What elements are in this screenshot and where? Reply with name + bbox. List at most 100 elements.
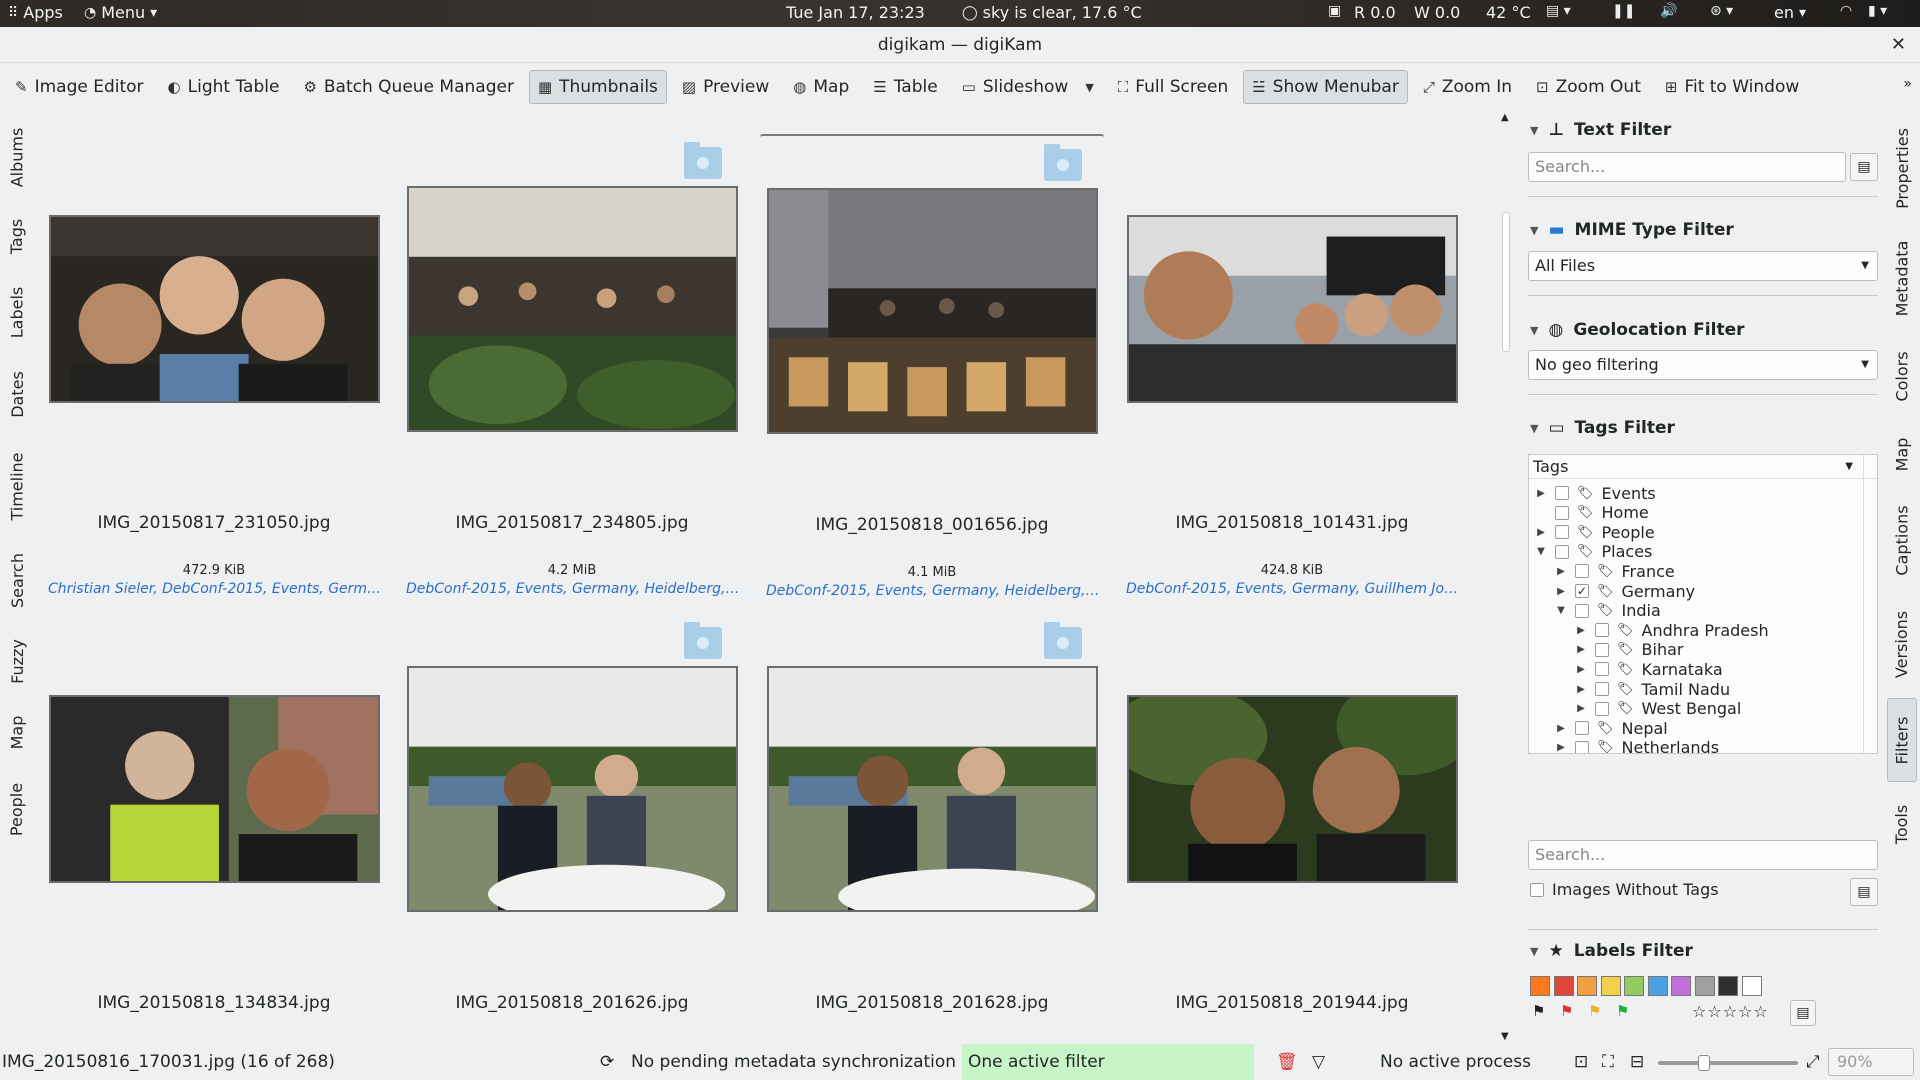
thumbnail-item[interactable]: IMG_20150817_234805.jpg 4.2 MiB DebConf-… xyxy=(400,134,744,612)
mime-type-select[interactable]: All Files ▼ xyxy=(1528,251,1878,281)
tab-labels[interactable]: Labels xyxy=(2,272,32,352)
toolbar-overflow-icon[interactable]: » xyxy=(1903,76,1912,92)
scroll-down-arrow-icon[interactable]: ▼ xyxy=(1501,1031,1509,1042)
tag-checkbox[interactable] xyxy=(1575,564,1589,579)
pick-label-flag-icon[interactable]: ⚑ xyxy=(1560,1002,1573,1020)
color-label-swatch[interactable] xyxy=(1741,976,1762,996)
tag-checkbox[interactable] xyxy=(1575,603,1589,618)
light-table-button[interactable]: ◐ Light Table xyxy=(159,70,289,104)
clock[interactable]: Tue Jan 17, 23:23 xyxy=(786,3,925,22)
thumbnail-image[interactable] xyxy=(49,695,380,883)
tab-tools[interactable]: Tools xyxy=(1887,788,1917,860)
expand-arrow-icon[interactable]: ▶ xyxy=(1575,625,1587,636)
color-label-swatch[interactable] xyxy=(1624,976,1644,996)
zoom-slider-handle[interactable] xyxy=(1698,1055,1710,1071)
accessibility-indicator[interactable]: ⊛ ▾ xyxy=(1710,3,1733,19)
tab-tags[interactable]: Tags xyxy=(2,204,32,268)
thumbnail-item[interactable]: IMG_20150817_231050.jpg 472.9 KiB Christ… xyxy=(42,134,386,612)
show-menubar-button[interactable]: ☱ Show Menubar xyxy=(1243,70,1408,104)
batch-queue-button[interactable]: ⚙ Batch Queue Manager xyxy=(294,70,523,104)
thumbnail-image[interactable] xyxy=(1127,695,1458,883)
language-indicator[interactable]: en ▾ xyxy=(1774,3,1806,22)
preview-button[interactable]: ▨ Preview xyxy=(673,70,778,104)
color-label-swatch[interactable] xyxy=(1553,976,1574,996)
tab-colors[interactable]: Colors xyxy=(1887,334,1917,418)
expand-arrow-icon[interactable]: ▶ xyxy=(1575,703,1587,714)
fit-to-window-button[interactable]: ⊞ Fit to Window xyxy=(1656,70,1808,104)
expand-arrow-icon[interactable]: ▶ xyxy=(1575,684,1587,695)
volume-indicator[interactable]: 🔊 xyxy=(1660,3,1677,19)
zoom-in-button[interactable]: ⤢ Zoom In xyxy=(1414,70,1521,104)
expand-arrow-icon[interactable]: ▶ xyxy=(1535,527,1547,538)
thumbnails-button[interactable]: ▦ Thumbnails xyxy=(528,70,667,104)
text-filter-input[interactable]: Search... xyxy=(1528,152,1846,182)
file-tags[interactable]: DebConf-2015, Events, Germany, Guillhem … xyxy=(1126,581,1460,597)
color-label-swatch[interactable] xyxy=(1577,976,1597,996)
scrollbar-handle[interactable] xyxy=(1502,212,1510,352)
expand-arrow-icon[interactable]: ▶ xyxy=(1555,742,1567,753)
tab-map[interactable]: Map xyxy=(2,702,32,762)
thumbnail-item[interactable]: IMG_20150818_101431.jpg 424.8 KiB DebCon… xyxy=(1120,134,1464,612)
thumbnail-image[interactable] xyxy=(407,186,738,432)
labels-options-button[interactable]: ▤ xyxy=(1790,1000,1816,1026)
tag-checkbox[interactable] xyxy=(1595,623,1609,638)
media-indicator[interactable]: ❚❚ xyxy=(1612,3,1635,19)
disk-indicator[interactable]: ▣ xyxy=(1328,3,1341,19)
thumbnail-image[interactable] xyxy=(767,666,1098,912)
thumbnail-item[interactable]: IMG_20150818_001656.jpg 4.1 MiB DebConf-… xyxy=(760,134,1104,612)
grid-scrollbar[interactable]: ▲ ▼ xyxy=(1499,112,1515,1042)
close-window-button[interactable]: ✕ xyxy=(1891,27,1906,63)
tab-search[interactable]: Search xyxy=(2,540,32,620)
tag-tree-item[interactable]: ▶ 🏷 Netherlands xyxy=(1555,736,1719,753)
expanded-arrow-icon[interactable]: ▼ xyxy=(1535,546,1547,557)
battery-indicator[interactable]: ▮ ▾ xyxy=(1868,3,1887,19)
table-button[interactable]: ☰ Table xyxy=(864,70,946,104)
text-filter-header[interactable]: ▼ ⊥ Text Filter xyxy=(1530,120,1671,140)
tags-filter-header[interactable]: ▼ ▭ Tags Filter xyxy=(1530,418,1675,438)
slideshow-button[interactable]: ▭ Slideshow ▼ xyxy=(953,70,1103,104)
thumbnail-item[interactable]: IMG_20150818_134834.jpg xyxy=(42,614,386,1042)
file-tags[interactable]: Christian Sieler, DebConf-2015, Events, … xyxy=(48,581,382,597)
color-label-swatch[interactable] xyxy=(1694,976,1715,996)
tab-versions[interactable]: Versions xyxy=(1887,596,1917,692)
tags-options-button[interactable]: ▤ xyxy=(1850,878,1878,906)
thumbnail-image[interactable] xyxy=(407,666,738,912)
labels-filter-header[interactable]: ▼ ★ Labels Filter xyxy=(1530,941,1693,961)
chevron-down-icon[interactable]: ▼ xyxy=(1085,81,1093,94)
color-label-swatch[interactable] xyxy=(1647,976,1668,996)
file-tags[interactable]: DebConf-2015, Events, Germany, Heidelber… xyxy=(766,583,1100,599)
tab-captions[interactable]: Captions xyxy=(1887,490,1917,590)
tab-albums[interactable]: Albums xyxy=(2,114,32,200)
main-menu[interactable]: ◔ Menu ▾ xyxy=(84,3,157,22)
thumbnail-item[interactable]: IMG_20150818_201944.jpg xyxy=(1120,614,1464,1042)
tab-map-right[interactable]: Map xyxy=(1887,424,1917,484)
thumbnail-image[interactable] xyxy=(767,188,1098,434)
thumbnail-grid[interactable]: IMG_20150817_231050.jpg 472.9 KiB Christ… xyxy=(42,112,1490,1042)
color-label-swatch[interactable] xyxy=(1600,976,1621,996)
zoom-slider[interactable] xyxy=(1658,1055,1798,1071)
tag-checkbox[interactable] xyxy=(1575,721,1589,736)
image-editor-button[interactable]: ✎ Image Editor xyxy=(6,70,153,104)
expanded-arrow-icon[interactable]: ▼ xyxy=(1555,605,1567,616)
expand-arrow-icon[interactable]: ▶ xyxy=(1555,723,1567,734)
images-without-tags-checkbox[interactable]: Images Without Tags xyxy=(1530,880,1719,899)
tag-checkbox[interactable] xyxy=(1575,740,1589,753)
tags-tree[interactable]: Tags ▼ ▶ 🏷 Events 🏷 Home ▶ 🏷 People ▼ 🏷 Places ▶ 🏷 Fra… xyxy=(1528,454,1878,754)
file-tags[interactable]: DebConf-2015, Events, Germany, Heidelber… xyxy=(406,581,740,597)
color-label-swatch[interactable] xyxy=(1671,976,1691,996)
active-filter-status[interactable]: One active filter xyxy=(962,1044,1254,1080)
filter-funnel-icon[interactable]: ▽ xyxy=(1312,1044,1325,1080)
expand-arrow-icon[interactable]: ▶ xyxy=(1575,664,1587,675)
tag-checkbox[interactable] xyxy=(1595,642,1609,657)
trash-icon[interactable]: 🗑 xyxy=(1276,1044,1298,1080)
tab-people[interactable]: People xyxy=(2,766,32,852)
pick-label-flag-icon[interactable]: ⚑ xyxy=(1532,1002,1545,1020)
tag-checkbox[interactable] xyxy=(1595,682,1609,696)
tag-checkbox[interactable]: ✓ xyxy=(1575,584,1589,598)
tag-checkbox[interactable] xyxy=(1555,505,1569,520)
thumbnail-item[interactable]: IMG_20150818_201626.jpg xyxy=(400,614,744,1042)
text-filter-options-button[interactable]: ▤ xyxy=(1850,153,1878,181)
zoom-in-small-icon[interactable]: ⤢ xyxy=(1806,1044,1820,1080)
map-button[interactable]: ◍ Map xyxy=(784,70,858,104)
thumbnail-image[interactable] xyxy=(49,215,380,403)
